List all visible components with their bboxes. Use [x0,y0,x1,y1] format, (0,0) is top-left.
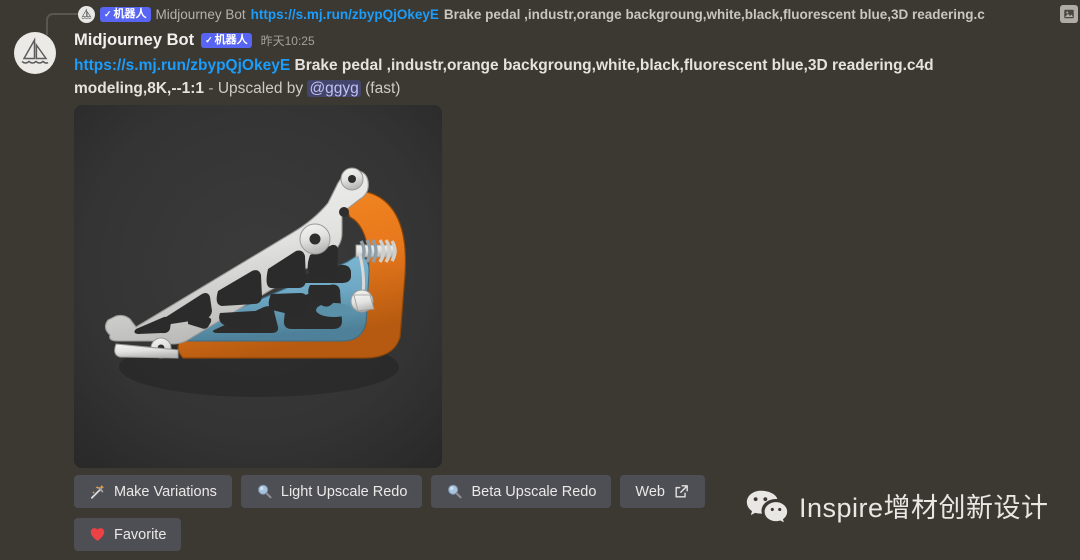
reply-link[interactable]: https://s.mj.run/zbypQjOkeyE [251,7,439,22]
bot-badge-label: 机器人 [113,8,147,20]
beta-upscale-redo-label: Beta Upscale Redo [471,483,597,500]
message-bot-badge: ✓ 机器人 [201,32,252,48]
wechat-account-name: Inspire增材创新设计 [799,493,1049,523]
message-action-text: Upscaled by [217,80,308,97]
generated-image-attachment[interactable] [74,105,442,468]
reply-message-text: Brake pedal ,industr,orange backgroung,w… [443,6,985,22]
message-body: Midjourney Bot ✓ 机器人 昨天10:25 https://s.m… [74,28,1080,100]
image-icon [1060,5,1078,23]
midjourney-sailboat-icon [78,5,95,23]
message-header: Midjourney Bot ✓ 机器人 昨天10:25 [74,28,1060,52]
message-speed-label: (fast) [360,80,401,97]
favorite-label: Favorite [114,526,167,543]
magic-wand-icon [89,483,106,500]
message-content: https://s.mj.run/zbypQjOkeyE Brake pedal… [74,54,1014,100]
wechat-watermark: Inspire增材创新设计 [745,486,1049,525]
message-separator: - [204,80,218,97]
web-button[interactable]: Web [620,475,705,508]
make-variations-button[interactable]: Make Variations [74,475,232,508]
magnifier-icon [256,483,273,500]
reply-preview-bar[interactable]: ✓ 机器人 Midjourney Bot https://s.mj.run/zb… [0,0,1080,28]
bot-badge-check-icon: ✓ [104,9,112,19]
reply-preview-content[interactable]: ✓ 机器人 Midjourney Bot https://s.mj.run/zb… [78,5,1078,23]
reply-bot-badge: ✓ 机器人 [100,6,151,22]
action-button-row-primary: Make Variations Light Upscale Redo Beta … [74,475,705,508]
user-mention[interactable]: @ggyg [307,80,361,97]
message-author-name[interactable]: Midjourney Bot [74,31,194,50]
action-button-row-secondary: Favorite [74,518,182,551]
avatar[interactable] [14,32,56,74]
message-timestamp: 昨天10:25 [260,33,315,48]
message-link[interactable]: https://s.mj.run/zbypQjOkeyE [74,57,290,74]
favorite-button[interactable]: Favorite [74,518,182,551]
wechat-icon [745,488,789,524]
bot-badge-check-icon: ✓ [205,35,213,45]
make-variations-label: Make Variations [114,483,217,500]
message-block: Midjourney Bot ✓ 机器人 昨天10:25 https://s.m… [0,28,1080,100]
reply-author-name[interactable]: Midjourney Bot [156,7,246,22]
web-label: Web [635,483,665,500]
heart-icon [89,526,106,543]
light-upscale-redo-label: Light Upscale Redo [280,483,408,500]
light-upscale-redo-button[interactable]: Light Upscale Redo [240,475,423,508]
magnifier-icon [446,483,463,500]
bot-badge-label: 机器人 [214,34,248,46]
external-link-icon [673,483,690,500]
beta-upscale-redo-button[interactable]: Beta Upscale Redo [431,475,612,508]
